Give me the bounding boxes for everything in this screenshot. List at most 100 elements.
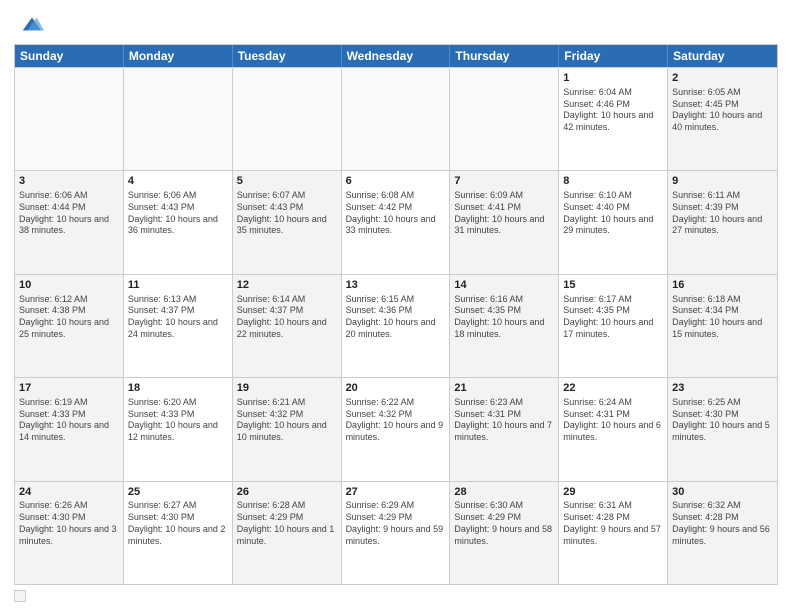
day-info: Sunrise: 6:16 AM Sunset: 4:35 PM Dayligh…: [454, 294, 554, 341]
day-number: 13: [346, 278, 446, 293]
calendar-cell: 3Sunrise: 6:06 AM Sunset: 4:44 PM Daylig…: [15, 171, 124, 273]
calendar-cell: 29Sunrise: 6:31 AM Sunset: 4:28 PM Dayli…: [559, 482, 668, 584]
day-number: 25: [128, 485, 228, 500]
calendar-cell: 17Sunrise: 6:19 AM Sunset: 4:33 PM Dayli…: [15, 378, 124, 480]
legend: [14, 590, 778, 602]
day-info: Sunrise: 6:15 AM Sunset: 4:36 PM Dayligh…: [346, 294, 446, 341]
day-info: Sunrise: 6:28 AM Sunset: 4:29 PM Dayligh…: [237, 500, 337, 547]
calendar-cell: 9Sunrise: 6:11 AM Sunset: 4:39 PM Daylig…: [668, 171, 777, 273]
calendar-cell: 14Sunrise: 6:16 AM Sunset: 4:35 PM Dayli…: [450, 275, 559, 377]
day-number: 15: [563, 278, 663, 293]
calendar-row-2: 10Sunrise: 6:12 AM Sunset: 4:38 PM Dayli…: [15, 274, 777, 377]
day-number: 11: [128, 278, 228, 293]
day-info: Sunrise: 6:20 AM Sunset: 4:33 PM Dayligh…: [128, 397, 228, 444]
day-info: Sunrise: 6:29 AM Sunset: 4:29 PM Dayligh…: [346, 500, 446, 547]
day-number: 18: [128, 381, 228, 396]
calendar-cell: 28Sunrise: 6:30 AM Sunset: 4:29 PM Dayli…: [450, 482, 559, 584]
calendar-cell: [15, 68, 124, 170]
day-info: Sunrise: 6:17 AM Sunset: 4:35 PM Dayligh…: [563, 294, 663, 341]
day-info: Sunrise: 6:26 AM Sunset: 4:30 PM Dayligh…: [19, 500, 119, 547]
day-info: Sunrise: 6:13 AM Sunset: 4:37 PM Dayligh…: [128, 294, 228, 341]
day-number: 22: [563, 381, 663, 396]
day-number: 23: [672, 381, 773, 396]
day-info: Sunrise: 6:04 AM Sunset: 4:46 PM Dayligh…: [563, 87, 663, 134]
day-number: 16: [672, 278, 773, 293]
day-number: 8: [563, 174, 663, 189]
calendar-cell: 20Sunrise: 6:22 AM Sunset: 4:32 PM Dayli…: [342, 378, 451, 480]
day-number: 28: [454, 485, 554, 500]
calendar-weekday-monday: Monday: [124, 45, 233, 67]
logo-icon: [18, 10, 46, 38]
day-number: 14: [454, 278, 554, 293]
calendar-cell: 7Sunrise: 6:09 AM Sunset: 4:41 PM Daylig…: [450, 171, 559, 273]
day-info: Sunrise: 6:11 AM Sunset: 4:39 PM Dayligh…: [672, 190, 773, 237]
calendar-cell: 19Sunrise: 6:21 AM Sunset: 4:32 PM Dayli…: [233, 378, 342, 480]
day-number: 24: [19, 485, 119, 500]
calendar-cell: 6Sunrise: 6:08 AM Sunset: 4:42 PM Daylig…: [342, 171, 451, 273]
day-number: 5: [237, 174, 337, 189]
calendar-weekday-thursday: Thursday: [450, 45, 559, 67]
calendar-cell: 10Sunrise: 6:12 AM Sunset: 4:38 PM Dayli…: [15, 275, 124, 377]
calendar-cell: 8Sunrise: 6:10 AM Sunset: 4:40 PM Daylig…: [559, 171, 668, 273]
calendar-cell: 2Sunrise: 6:05 AM Sunset: 4:45 PM Daylig…: [668, 68, 777, 170]
calendar-cell: [450, 68, 559, 170]
day-number: 20: [346, 381, 446, 396]
day-info: Sunrise: 6:31 AM Sunset: 4:28 PM Dayligh…: [563, 500, 663, 547]
day-number: 3: [19, 174, 119, 189]
day-info: Sunrise: 6:06 AM Sunset: 4:43 PM Dayligh…: [128, 190, 228, 237]
calendar-weekday-wednesday: Wednesday: [342, 45, 451, 67]
day-number: 30: [672, 485, 773, 500]
page-header: [14, 10, 778, 38]
day-number: 27: [346, 485, 446, 500]
legend-box: [14, 590, 26, 602]
day-info: Sunrise: 6:27 AM Sunset: 4:30 PM Dayligh…: [128, 500, 228, 547]
calendar-body: 1Sunrise: 6:04 AM Sunset: 4:46 PM Daylig…: [15, 67, 777, 584]
calendar-cell: 18Sunrise: 6:20 AM Sunset: 4:33 PM Dayli…: [124, 378, 233, 480]
day-info: Sunrise: 6:21 AM Sunset: 4:32 PM Dayligh…: [237, 397, 337, 444]
day-info: Sunrise: 6:12 AM Sunset: 4:38 PM Dayligh…: [19, 294, 119, 341]
day-number: 17: [19, 381, 119, 396]
calendar-cell: 16Sunrise: 6:18 AM Sunset: 4:34 PM Dayli…: [668, 275, 777, 377]
day-number: 12: [237, 278, 337, 293]
day-number: 21: [454, 381, 554, 396]
day-info: Sunrise: 6:14 AM Sunset: 4:37 PM Dayligh…: [237, 294, 337, 341]
calendar-cell: 12Sunrise: 6:14 AM Sunset: 4:37 PM Dayli…: [233, 275, 342, 377]
day-number: 4: [128, 174, 228, 189]
calendar-cell: 22Sunrise: 6:24 AM Sunset: 4:31 PM Dayli…: [559, 378, 668, 480]
calendar-weekday-saturday: Saturday: [668, 45, 777, 67]
calendar-cell: 13Sunrise: 6:15 AM Sunset: 4:36 PM Dayli…: [342, 275, 451, 377]
day-number: 29: [563, 485, 663, 500]
day-number: 2: [672, 71, 773, 86]
calendar-cell: 25Sunrise: 6:27 AM Sunset: 4:30 PM Dayli…: [124, 482, 233, 584]
calendar-cell: [342, 68, 451, 170]
day-number: 6: [346, 174, 446, 189]
calendar-weekday-sunday: Sunday: [15, 45, 124, 67]
calendar-cell: 27Sunrise: 6:29 AM Sunset: 4:29 PM Dayli…: [342, 482, 451, 584]
day-info: Sunrise: 6:06 AM Sunset: 4:44 PM Dayligh…: [19, 190, 119, 237]
calendar-cell: 5Sunrise: 6:07 AM Sunset: 4:43 PM Daylig…: [233, 171, 342, 273]
day-info: Sunrise: 6:30 AM Sunset: 4:29 PM Dayligh…: [454, 500, 554, 547]
calendar-cell: 23Sunrise: 6:25 AM Sunset: 4:30 PM Dayli…: [668, 378, 777, 480]
day-info: Sunrise: 6:09 AM Sunset: 4:41 PM Dayligh…: [454, 190, 554, 237]
day-info: Sunrise: 6:07 AM Sunset: 4:43 PM Dayligh…: [237, 190, 337, 237]
calendar-cell: 15Sunrise: 6:17 AM Sunset: 4:35 PM Dayli…: [559, 275, 668, 377]
calendar-header: SundayMondayTuesdayWednesdayThursdayFrid…: [15, 45, 777, 67]
day-info: Sunrise: 6:32 AM Sunset: 4:28 PM Dayligh…: [672, 500, 773, 547]
day-info: Sunrise: 6:25 AM Sunset: 4:30 PM Dayligh…: [672, 397, 773, 444]
calendar-cell: 4Sunrise: 6:06 AM Sunset: 4:43 PM Daylig…: [124, 171, 233, 273]
calendar-cell: [233, 68, 342, 170]
day-info: Sunrise: 6:19 AM Sunset: 4:33 PM Dayligh…: [19, 397, 119, 444]
day-number: 10: [19, 278, 119, 293]
page-container: SundayMondayTuesdayWednesdayThursdayFrid…: [0, 0, 792, 612]
calendar-cell: 1Sunrise: 6:04 AM Sunset: 4:46 PM Daylig…: [559, 68, 668, 170]
calendar-row-0: 1Sunrise: 6:04 AM Sunset: 4:46 PM Daylig…: [15, 67, 777, 170]
calendar-row-3: 17Sunrise: 6:19 AM Sunset: 4:33 PM Dayli…: [15, 377, 777, 480]
day-info: Sunrise: 6:18 AM Sunset: 4:34 PM Dayligh…: [672, 294, 773, 341]
calendar-cell: [124, 68, 233, 170]
day-number: 19: [237, 381, 337, 396]
day-info: Sunrise: 6:05 AM Sunset: 4:45 PM Dayligh…: [672, 87, 773, 134]
day-number: 1: [563, 71, 663, 86]
logo: [14, 10, 46, 38]
calendar-row-1: 3Sunrise: 6:06 AM Sunset: 4:44 PM Daylig…: [15, 170, 777, 273]
day-info: Sunrise: 6:08 AM Sunset: 4:42 PM Dayligh…: [346, 190, 446, 237]
